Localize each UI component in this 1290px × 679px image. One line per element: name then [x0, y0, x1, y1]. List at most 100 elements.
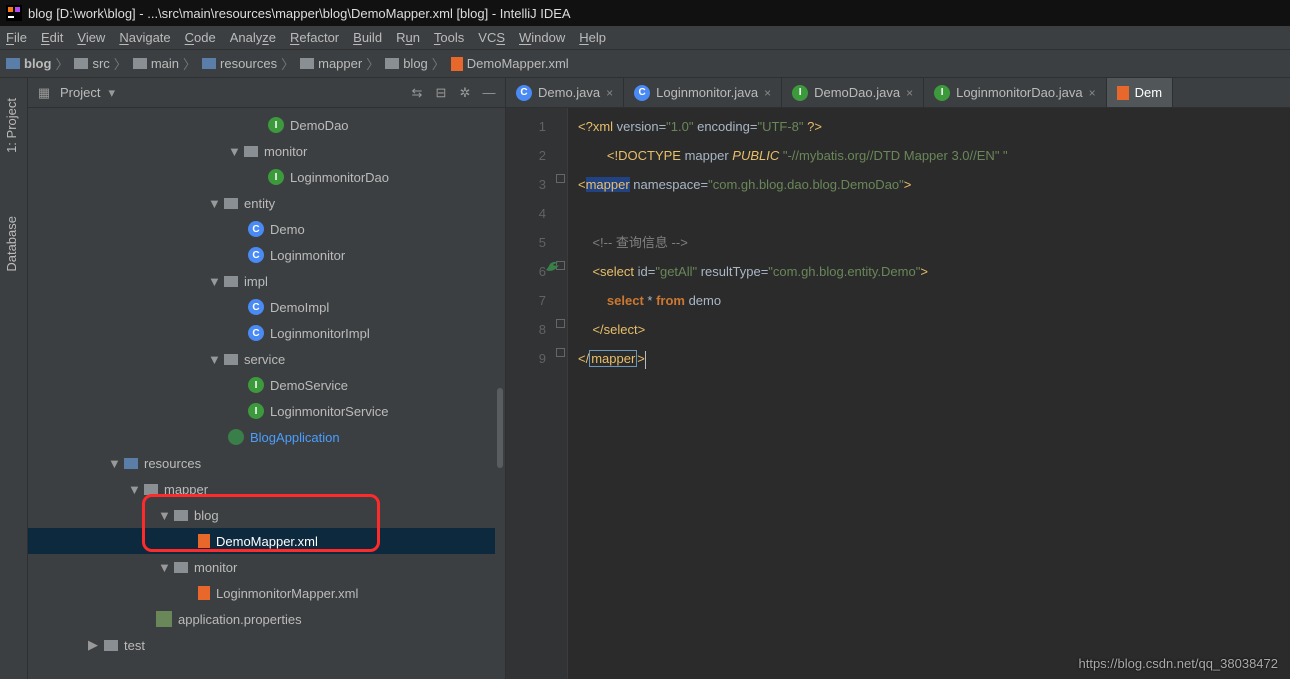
- class-icon: C: [516, 85, 532, 101]
- tree-node-appprops[interactable]: application.properties: [28, 606, 505, 632]
- tree-node-loginmonitordao[interactable]: ILoginmonitorDao: [28, 164, 505, 190]
- chevron-right-icon: ▶: [88, 637, 98, 653]
- folder-icon: [104, 640, 118, 651]
- tree-node-loginmonitormapper[interactable]: LoginmonitorMapper.xml: [28, 580, 505, 606]
- interface-icon: I: [248, 377, 264, 393]
- tab-demodao-java[interactable]: IDemoDao.java×: [782, 78, 924, 107]
- gear-icon[interactable]: ✲: [457, 85, 473, 101]
- folder-icon: [202, 58, 216, 69]
- fold-handle[interactable]: [556, 348, 565, 357]
- folder-icon: [300, 58, 314, 69]
- tree-node-blogapplication[interactable]: BlogApplication: [28, 424, 505, 450]
- tree-node-impl[interactable]: ▼impl: [28, 268, 505, 294]
- menu-help[interactable]: Help: [579, 30, 606, 45]
- menu-edit[interactable]: Edit: [41, 30, 63, 45]
- chevron-down-icon: ▼: [228, 144, 238, 159]
- editor-tabs: CDemo.java× CLoginmonitor.java× IDemoDao…: [506, 78, 1290, 108]
- fold-gutter[interactable]: [554, 108, 568, 679]
- autoscroll-icon[interactable]: ⇆: [409, 85, 425, 101]
- fold-handle[interactable]: [556, 319, 565, 328]
- tree-node-monitor2[interactable]: ▼monitor: [28, 554, 505, 580]
- tree-node-loginmonitorservice[interactable]: ILoginmonitorService: [28, 398, 505, 424]
- xml-file-icon: [451, 57, 463, 71]
- class-icon: C: [248, 247, 264, 263]
- tab-loginmonitordao-java[interactable]: ILoginmonitorDao.java×: [924, 78, 1106, 107]
- interface-icon: I: [268, 169, 284, 185]
- folder-icon: [244, 146, 258, 157]
- close-icon[interactable]: ×: [606, 86, 613, 100]
- chevron-down-icon: ▼: [208, 196, 218, 211]
- close-icon[interactable]: ×: [1089, 86, 1096, 100]
- menu-vcs[interactable]: VCS: [478, 30, 505, 45]
- menu-run[interactable]: Run: [396, 30, 420, 45]
- chevron-down-icon: ▼: [158, 560, 168, 575]
- chevron-right-icon: 〉: [432, 54, 445, 73]
- chevron-down-icon[interactable]: ▾: [108, 85, 115, 101]
- tree-node-demoservice[interactable]: IDemoService: [28, 372, 505, 398]
- menu-build[interactable]: Build: [353, 30, 382, 45]
- project-header-label[interactable]: Project: [60, 85, 100, 100]
- collapse-icon[interactable]: ⊟: [433, 85, 449, 101]
- close-icon[interactable]: ×: [906, 86, 913, 100]
- menu-window[interactable]: Window: [519, 30, 565, 45]
- tree-node-demodao[interactable]: IDemoDao: [28, 112, 505, 138]
- intellij-logo-icon: [6, 5, 22, 21]
- mybatis-icon: [544, 258, 562, 276]
- xml-file-icon: [1117, 86, 1129, 100]
- crumb-src[interactable]: src〉: [74, 54, 126, 73]
- watermark-text: https://blog.csdn.net/qq_38038472: [1079, 656, 1279, 671]
- chevron-down-icon: ▼: [208, 274, 218, 289]
- tree-node-demoimpl[interactable]: CDemoImpl: [28, 294, 505, 320]
- tool-tab-project[interactable]: 1: Project: [4, 98, 19, 153]
- tab-loginmonitor-java[interactable]: CLoginmonitor.java×: [624, 78, 782, 107]
- folder-icon: [224, 198, 238, 209]
- tree-node-entity[interactable]: ▼entity: [28, 190, 505, 216]
- project-view-icon[interactable]: ▦: [36, 85, 52, 101]
- class-icon: C: [634, 85, 650, 101]
- menu-file[interactable]: File: [6, 30, 27, 45]
- tab-demo-java[interactable]: CDemo.java×: [506, 78, 624, 107]
- menu-tools[interactable]: Tools: [434, 30, 464, 45]
- chevron-right-icon: 〉: [281, 54, 294, 73]
- tree-node-service[interactable]: ▼service: [28, 346, 505, 372]
- close-icon[interactable]: ×: [764, 86, 771, 100]
- code-content[interactable]: <?xml version="1.0" encoding="UTF-8" ?> …: [568, 108, 1290, 679]
- title-bar: blog [D:\work\blog] - ...\src\main\resou…: [0, 0, 1290, 26]
- properties-icon: [156, 611, 172, 627]
- tree-node-test[interactable]: ▶test: [28, 632, 505, 658]
- project-tool-window: ▦ Project ▾ ⇆ ⊟ ✲ — IDemoDao ▼monitor IL…: [28, 78, 506, 679]
- tree-node-loginmonitor[interactable]: CLoginmonitor: [28, 242, 505, 268]
- crumb-resources[interactable]: resources〉: [202, 54, 294, 73]
- menu-bar: File Edit View Navigate Code Analyze Ref…: [0, 26, 1290, 50]
- crumb-file[interactable]: DemoMapper.xml: [451, 56, 569, 71]
- menu-analyze[interactable]: Analyze: [230, 30, 276, 45]
- folder-icon: [74, 58, 88, 69]
- tree-node-monitor[interactable]: ▼monitor: [28, 138, 505, 164]
- hide-icon[interactable]: —: [481, 85, 497, 101]
- menu-refactor[interactable]: Refactor: [290, 30, 339, 45]
- crumb-mapper[interactable]: mapper〉: [300, 54, 379, 73]
- chevron-down-icon: ▼: [108, 456, 118, 471]
- fold-handle[interactable]: [556, 174, 565, 183]
- menu-view[interactable]: View: [77, 30, 105, 45]
- code-editor[interactable]: 123456789 <?xml version="1.0" encoding="…: [506, 108, 1290, 679]
- line-number-gutter: 123456789: [506, 108, 554, 679]
- crumb-main[interactable]: main〉: [133, 54, 196, 73]
- menu-navigate[interactable]: Navigate: [119, 30, 170, 45]
- crumb-blog[interactable]: blog〉: [6, 54, 68, 73]
- tree-node-loginmonitorimpl[interactable]: CLoginmonitorImpl: [28, 320, 505, 346]
- menu-code[interactable]: Code: [185, 30, 216, 45]
- project-tree[interactable]: IDemoDao ▼monitor ILoginmonitorDao ▼enti…: [28, 108, 505, 679]
- tab-demomapper-xml[interactable]: Dem: [1107, 78, 1173, 107]
- folder-icon: [6, 58, 20, 69]
- tool-tab-database[interactable]: Database: [4, 216, 19, 272]
- class-icon: C: [248, 299, 264, 315]
- crumb-blog2[interactable]: blog〉: [385, 54, 445, 73]
- chevron-down-icon: ▼: [208, 352, 218, 367]
- tree-node-demo[interactable]: CDemo: [28, 216, 505, 242]
- folder-icon: [144, 484, 158, 495]
- chevron-down-icon: ▼: [128, 482, 138, 497]
- tree-node-resources[interactable]: ▼resources: [28, 450, 505, 476]
- chevron-right-icon: 〉: [55, 54, 68, 73]
- scrollbar[interactable]: [495, 108, 505, 679]
